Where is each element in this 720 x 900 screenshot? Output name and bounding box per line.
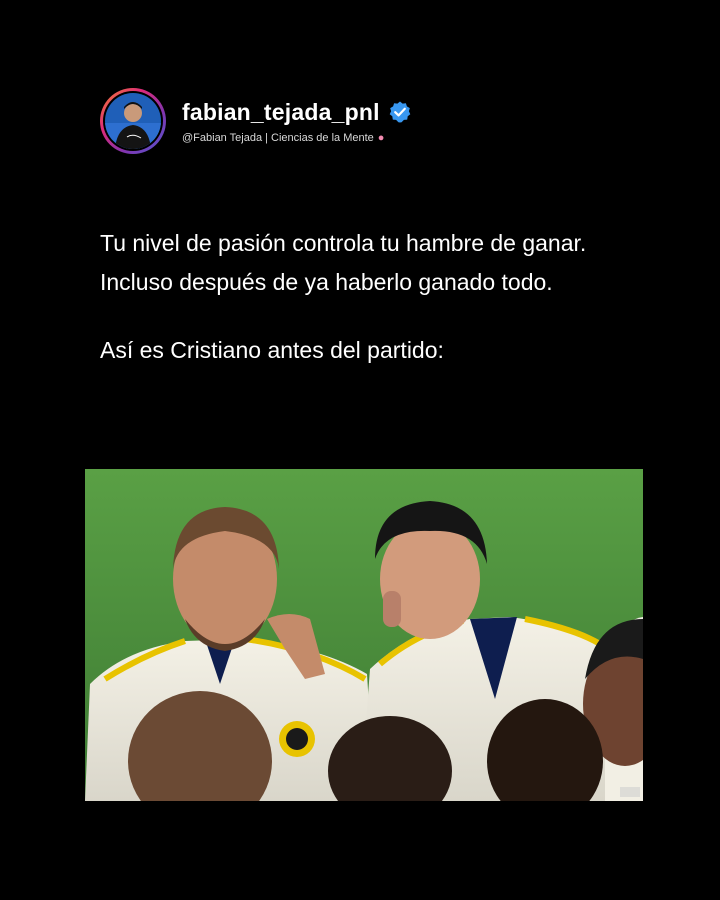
name-row: fabian_tejada_pnl xyxy=(182,99,412,126)
avatar-photo xyxy=(105,93,161,149)
post-header: fabian_tejada_pnl @Fabian Tejada | Cienc… xyxy=(100,86,412,156)
video-frame xyxy=(85,469,643,801)
video-thumbnail[interactable] xyxy=(85,469,643,801)
avatar[interactable] xyxy=(100,88,166,154)
caption-paragraph-2: Así es Cristiano antes del partido: xyxy=(100,337,444,363)
post-card: fabian_tejada_pnl @Fabian Tejada | Cienc… xyxy=(0,0,720,900)
identity: fabian_tejada_pnl @Fabian Tejada | Cienc… xyxy=(182,99,412,144)
caption: Tu nivel de pasión controla tu hambre de… xyxy=(100,224,640,370)
avatar-ring xyxy=(103,91,163,151)
brain-icon: ● xyxy=(377,131,385,144)
subtitle-text: @Fabian Tejada | Ciencias de la Mente xyxy=(182,131,374,144)
profile-subtitle: @Fabian Tejada | Ciencias de la Mente ● xyxy=(182,132,412,144)
caption-paragraph-1: Tu nivel de pasión controla tu hambre de… xyxy=(100,230,587,295)
verified-badge-icon xyxy=(389,101,410,123)
username[interactable]: fabian_tejada_pnl xyxy=(182,99,380,126)
